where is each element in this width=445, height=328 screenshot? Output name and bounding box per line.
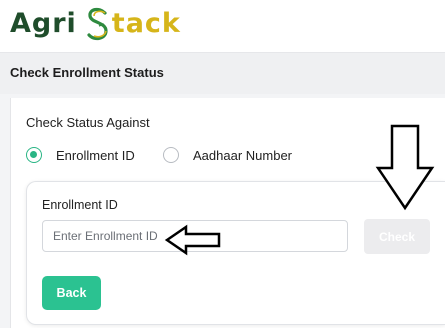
agristack-logo[interactable]: Agri tack bbox=[10, 4, 181, 44]
page-title-bar: Check Enrollment Status bbox=[0, 52, 445, 94]
check-button[interactable]: Check bbox=[364, 219, 430, 254]
enrollment-status-page: Agri tack Check Enrollment Status Check … bbox=[0, 0, 445, 328]
radio-enrollment-id-indicator[interactable] bbox=[26, 147, 42, 163]
logo-text-tack: tack bbox=[111, 8, 181, 39]
radio-aadhaar-number-label[interactable]: Aadhaar Number bbox=[193, 148, 292, 163]
page-title: Check Enrollment Status bbox=[10, 65, 164, 80]
check-status-against-label: Check Status Against bbox=[26, 115, 150, 130]
arrow-down-icon bbox=[375, 124, 435, 211]
back-button[interactable]: Back bbox=[42, 276, 101, 310]
sprouting-s-icon bbox=[87, 7, 108, 41]
header: Agri tack bbox=[0, 0, 445, 52]
logo-text-agri: Agri bbox=[10, 8, 77, 39]
radio-enrollment-id-label[interactable]: Enrollment ID bbox=[56, 148, 135, 163]
arrow-left-icon bbox=[164, 224, 221, 256]
radio-aadhaar-number-indicator[interactable] bbox=[163, 147, 179, 163]
radio-enrollment-id[interactable]: Enrollment ID bbox=[26, 147, 135, 163]
radio-aadhaar-number[interactable]: Aadhaar Number bbox=[163, 147, 292, 163]
enrollment-id-field-label: Enrollment ID bbox=[42, 198, 118, 212]
